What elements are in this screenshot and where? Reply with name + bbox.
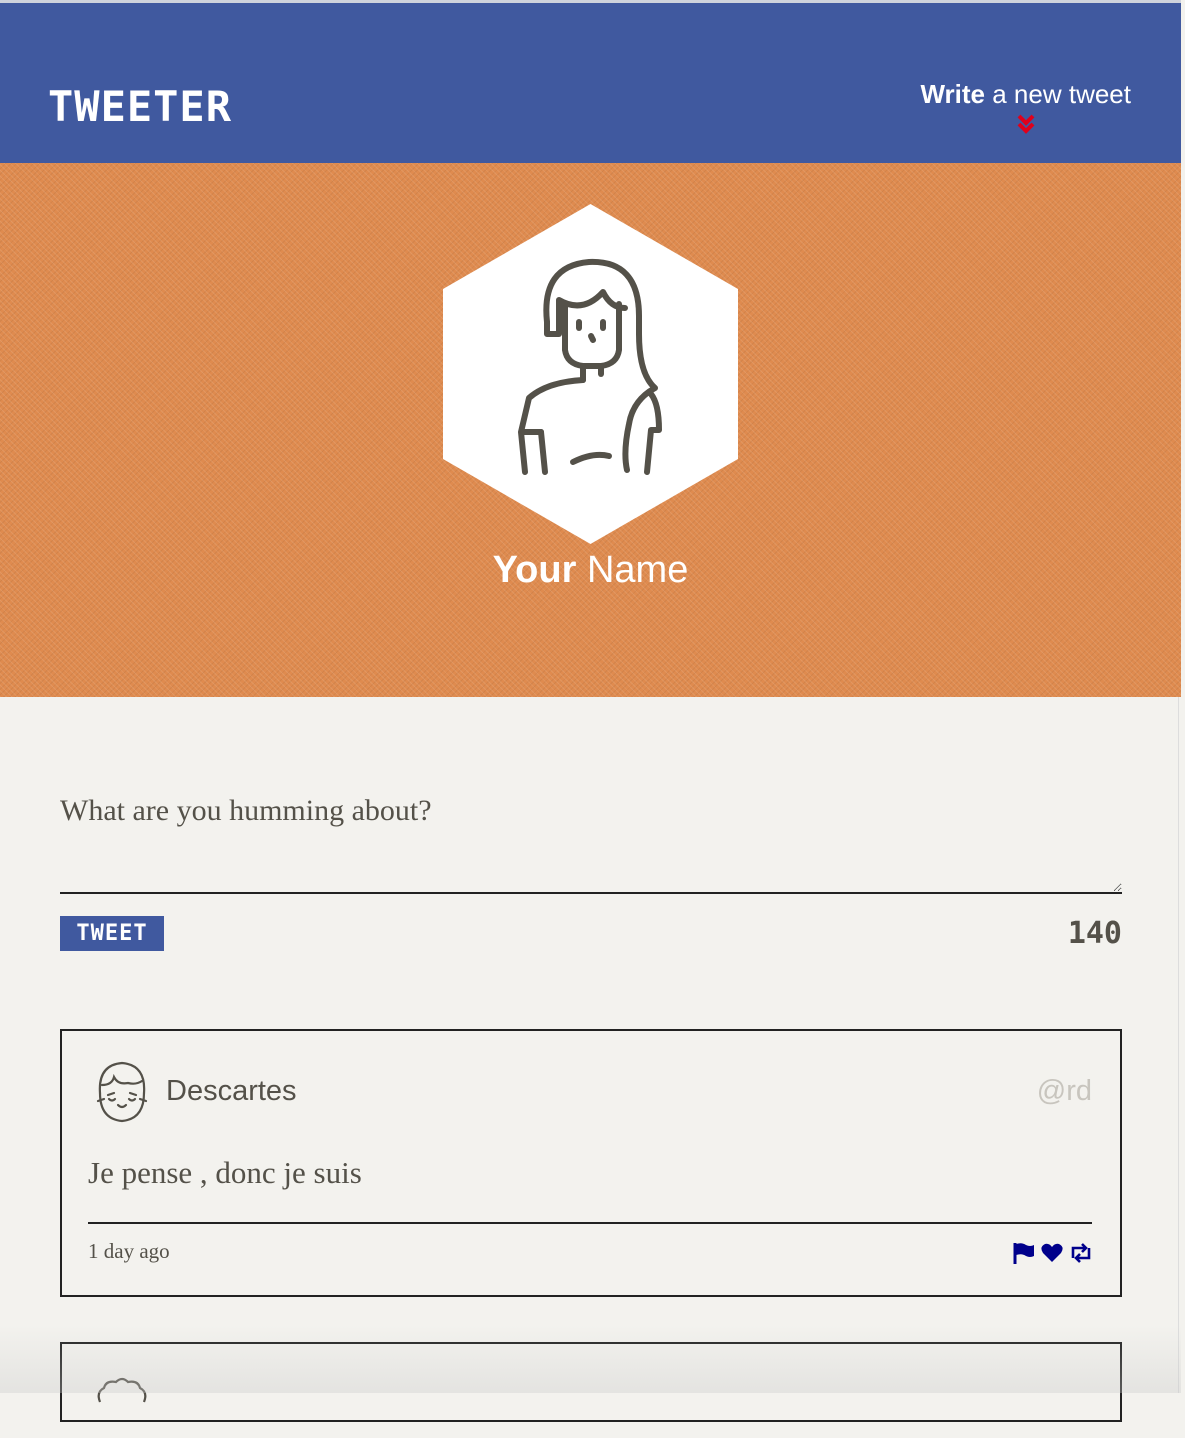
tweet-timestamp: 1 day ago	[88, 1239, 170, 1263]
profile-name: Your Name	[0, 549, 1181, 592]
compose-label-bold: Write	[920, 79, 986, 109]
tweet-divider	[88, 1222, 1092, 1224]
retweet-icon[interactable]	[1068, 1241, 1092, 1265]
nav-bar: TWEETER Write a new tweet	[0, 0, 1181, 163]
profile-avatar	[443, 204, 738, 544]
tweet-button[interactable]: TWEET	[60, 916, 164, 951]
tweet-actions	[1012, 1241, 1092, 1265]
tweet-card	[60, 1342, 1122, 1422]
new-tweet-form: TWEET 140	[60, 780, 1122, 951]
flag-icon[interactable]	[1012, 1241, 1036, 1265]
profile-last-name: Name	[576, 549, 689, 591]
heart-icon[interactable]	[1040, 1241, 1064, 1265]
compose-label-rest: a new tweet	[985, 79, 1131, 109]
char-counter: 140	[1067, 916, 1122, 951]
tweet-author-name: Descartes	[166, 1075, 297, 1107]
tweet-author-handle: @rd	[1036, 1075, 1092, 1107]
tweet-card: Descartes @rd Je pense , donc je suis 1 …	[60, 1029, 1122, 1297]
girl-avatar-icon	[96, 1061, 148, 1123]
profile-header: Your Name	[0, 163, 1181, 697]
double-chevron-down-icon[interactable]	[1016, 113, 1036, 135]
tweet-text: Je pense , donc je suis	[88, 1155, 362, 1190]
tweet-input[interactable]	[60, 780, 1122, 894]
profile-first-name: Your	[492, 549, 577, 591]
curly-hair-avatar-icon	[97, 1377, 147, 1403]
brand-logo[interactable]: TWEETER	[48, 83, 232, 131]
compose-toggle[interactable]: Write a new tweet	[920, 79, 1131, 134]
